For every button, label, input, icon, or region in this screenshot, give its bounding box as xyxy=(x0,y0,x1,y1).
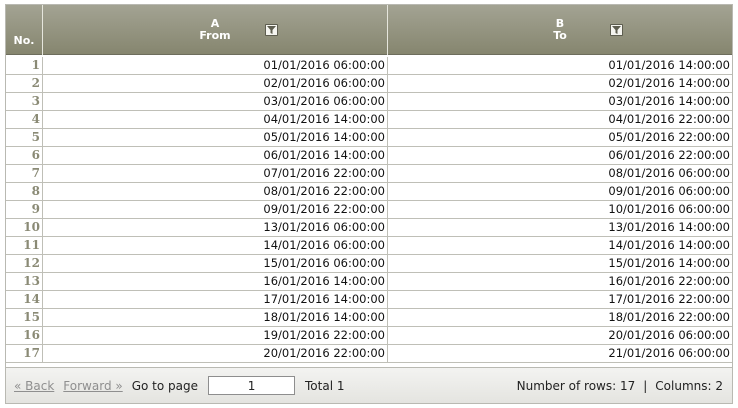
from-cell: 17/01/2016 14:00:00 xyxy=(43,291,388,308)
table-row[interactable]: 16 19/01/2016 22:00:00 20/01/2016 06:00:00 xyxy=(6,327,732,345)
from-cell: 03/01/2016 06:00:00 xyxy=(43,93,388,110)
to-cell: 03/01/2016 14:00:00 xyxy=(608,94,730,108)
grid-body: 1 01/01/2016 06:00:00 01/01/2016 14:00:00 2… xyxy=(6,57,732,363)
row-number-cell: 17 xyxy=(6,345,43,362)
pager-bar: « Back Forward » Go to page Total 1 Numb… xyxy=(6,367,732,403)
from-cell: 20/01/2016 22:00:00 xyxy=(43,345,388,362)
filter-icon[interactable] xyxy=(610,24,623,36)
column-a-name: From xyxy=(199,29,231,42)
table-row[interactable]: 8 08/01/2016 22:00:00 09/01/2016 06:00:00 xyxy=(6,183,732,201)
from-cell: 14/01/2016 06:00:00 xyxy=(43,237,388,254)
from-cell: 01/01/2016 06:00:00 xyxy=(43,57,388,74)
row-number-cell: 10 xyxy=(6,219,43,236)
row-number-cell: 5 xyxy=(6,129,43,146)
table-row[interactable]: 13 16/01/2016 14:00:00 16/01/2016 22:00:00 xyxy=(6,273,732,291)
footer-separator: | xyxy=(643,378,648,393)
data-grid: No. A From B To 1 01/01/2016 06:00:00 01/0… xyxy=(5,4,733,404)
table-row[interactable]: 4 04/01/2016 14:00:00 04/01/2016 22:00:00 xyxy=(6,111,732,129)
to-cell: 18/01/2016 22:00:00 xyxy=(608,310,730,324)
to-cell: 10/01/2016 06:00:00 xyxy=(608,202,730,216)
to-cell: 16/01/2016 22:00:00 xyxy=(608,274,730,288)
row-number-cell: 3 xyxy=(6,93,43,110)
column-count-label: Columns: 2 xyxy=(655,378,723,393)
table-row[interactable]: 7 07/01/2016 22:00:00 08/01/2016 06:00:00 xyxy=(6,165,732,183)
row-number-cell: 16 xyxy=(6,327,43,344)
to-cell: 01/01/2016 14:00:00 xyxy=(608,58,730,72)
table-row[interactable]: 17 20/01/2016 22:00:00 21/01/2016 06:00:00 xyxy=(6,345,732,363)
table-row[interactable]: 15 18/01/2016 14:00:00 18/01/2016 22:00:00 xyxy=(6,309,732,327)
row-number-cell: 2 xyxy=(6,75,43,92)
to-cell: 06/01/2016 22:00:00 xyxy=(608,148,730,162)
from-cell: 15/01/2016 06:00:00 xyxy=(43,255,388,272)
to-cell: 13/01/2016 14:00:00 xyxy=(608,220,730,234)
row-number-cell: 13 xyxy=(6,273,43,290)
from-cell: 13/01/2016 06:00:00 xyxy=(43,219,388,236)
back-link[interactable]: « Back xyxy=(14,379,54,393)
from-cell: 19/01/2016 22:00:00 xyxy=(43,327,388,344)
table-row[interactable]: 11 14/01/2016 06:00:00 14/01/2016 14:00:00 xyxy=(6,237,732,255)
row-number-cell: 15 xyxy=(6,309,43,326)
to-cell: 15/01/2016 14:00:00 xyxy=(608,256,730,270)
from-cell: 16/01/2016 14:00:00 xyxy=(43,273,388,290)
from-cell: 18/01/2016 14:00:00 xyxy=(43,309,388,326)
from-cell: 02/01/2016 06:00:00 xyxy=(43,75,388,92)
table-row[interactable]: 1 01/01/2016 06:00:00 01/01/2016 14:00:00 xyxy=(6,57,732,75)
row-number-cell: 8 xyxy=(6,183,43,200)
to-cell: 05/01/2016 22:00:00 xyxy=(608,130,730,144)
page-number-input[interactable] xyxy=(208,376,296,395)
row-number-cell: 7 xyxy=(6,165,43,182)
to-cell: 09/01/2016 06:00:00 xyxy=(608,184,730,198)
grid-header: No. A From B To xyxy=(6,5,732,55)
from-cell: 08/01/2016 22:00:00 xyxy=(43,183,388,200)
header-row-number: No. xyxy=(6,5,43,55)
to-cell: 21/01/2016 06:00:00 xyxy=(608,346,730,360)
from-cell: 04/01/2016 14:00:00 xyxy=(43,111,388,128)
row-number-cell: 4 xyxy=(6,111,43,128)
to-cell: 08/01/2016 06:00:00 xyxy=(608,166,730,180)
table-row[interactable]: 12 15/01/2016 06:00:00 15/01/2016 14:00:00 xyxy=(6,255,732,273)
row-number-cell: 11 xyxy=(6,237,43,254)
from-cell: 09/01/2016 22:00:00 xyxy=(43,201,388,218)
table-row[interactable]: 10 13/01/2016 06:00:00 13/01/2016 14:00:00 xyxy=(6,219,732,237)
to-cell: 14/01/2016 14:00:00 xyxy=(608,238,730,252)
to-cell: 17/01/2016 22:00:00 xyxy=(608,292,730,306)
from-cell: 07/01/2016 22:00:00 xyxy=(43,165,388,182)
row-number-cell: 9 xyxy=(6,201,43,218)
row-number-cell: 14 xyxy=(6,291,43,308)
header-column-a[interactable]: A From xyxy=(43,5,388,55)
to-cell: 20/01/2016 06:00:00 xyxy=(608,328,730,342)
table-row[interactable]: 14 17/01/2016 14:00:00 17/01/2016 22:00:00 xyxy=(6,291,732,309)
forward-link[interactable]: Forward » xyxy=(63,379,122,393)
table-row[interactable]: 5 05/01/2016 14:00:00 05/01/2016 22:00:00 xyxy=(6,129,732,147)
from-cell: 06/01/2016 14:00:00 xyxy=(43,147,388,164)
go-to-page-label: Go to page xyxy=(131,378,199,393)
table-row[interactable]: 6 06/01/2016 14:00:00 06/01/2016 22:00:00 xyxy=(6,147,732,165)
row-number-cell: 12 xyxy=(6,255,43,272)
row-number-cell: 1 xyxy=(6,57,43,74)
table-row[interactable]: 9 09/01/2016 22:00:00 10/01/2016 06:00:00 xyxy=(6,201,732,219)
from-cell: 05/01/2016 14:00:00 xyxy=(43,129,388,146)
total-pages-label: Total 1 xyxy=(305,378,345,393)
row-count-label: Number of rows: 17 xyxy=(516,378,636,393)
to-cell: 04/01/2016 22:00:00 xyxy=(608,112,730,126)
filter-icon[interactable] xyxy=(265,24,278,36)
header-column-b[interactable]: B To xyxy=(388,5,732,55)
row-number-header-label: No. xyxy=(13,34,35,47)
table-row[interactable]: 3 03/01/2016 06:00:00 03/01/2016 14:00:00 xyxy=(6,93,732,111)
to-cell: 02/01/2016 14:00:00 xyxy=(608,76,730,90)
row-number-cell: 6 xyxy=(6,147,43,164)
column-b-name: To xyxy=(553,29,567,42)
table-row[interactable]: 2 02/01/2016 06:00:00 02/01/2016 14:00:00 xyxy=(6,75,732,93)
